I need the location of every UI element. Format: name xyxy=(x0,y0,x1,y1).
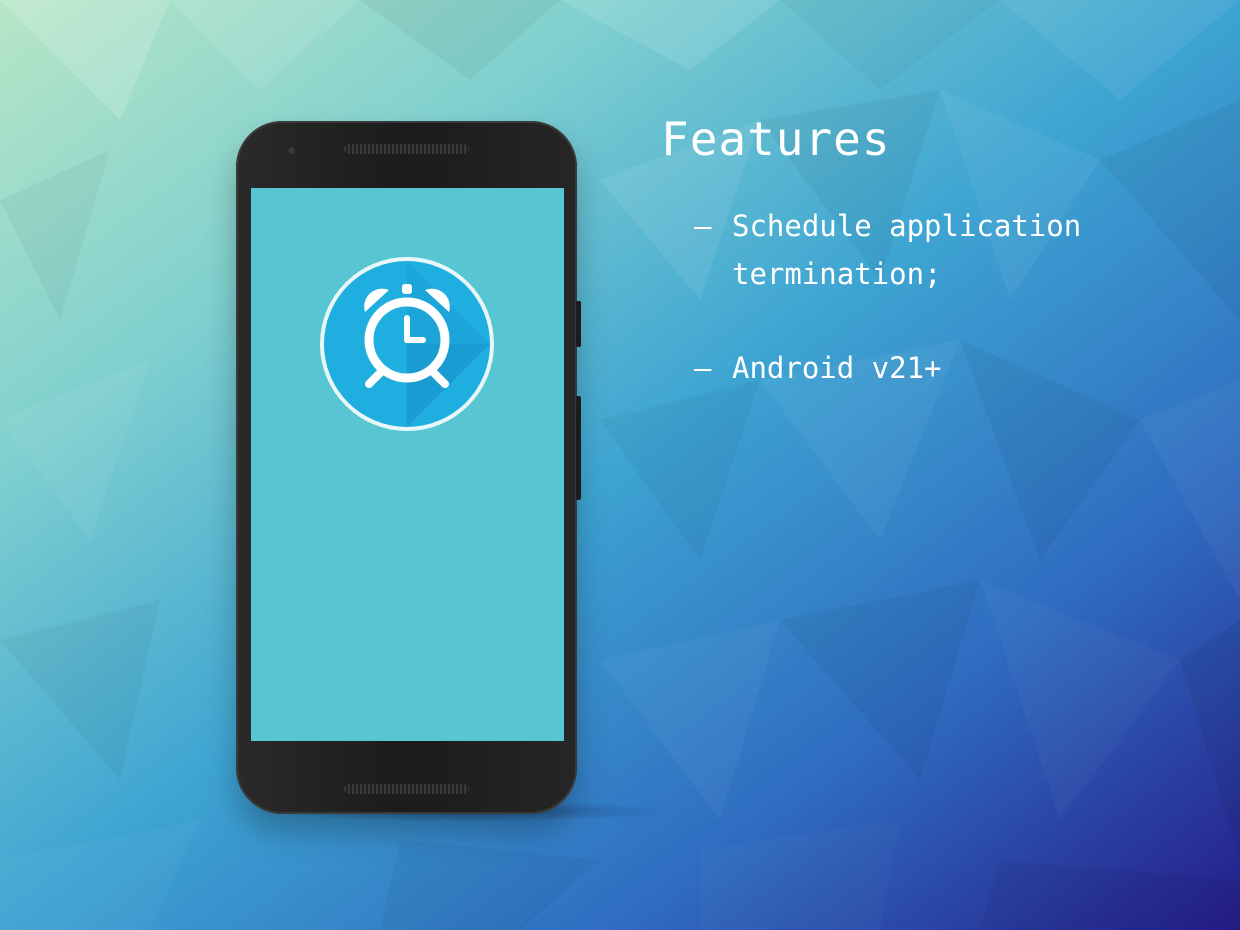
feature-dash: – xyxy=(694,209,712,243)
page-title: Features xyxy=(661,112,891,166)
phone-screen xyxy=(251,188,564,741)
alarm-clock-icon[interactable] xyxy=(319,256,495,432)
background xyxy=(0,0,1240,930)
feature-text: Android v21+ xyxy=(732,351,942,385)
feature-text: Schedule application termination; xyxy=(732,209,1082,291)
power-button xyxy=(576,301,581,347)
volume-button xyxy=(576,396,581,500)
feature-list: – Schedule application termination; – An… xyxy=(694,202,1214,438)
front-camera xyxy=(287,146,296,155)
bottom-speaker xyxy=(344,784,469,794)
feature-item: – Android v21+ xyxy=(694,344,1214,392)
feature-item: – Schedule application termination; xyxy=(694,202,1214,298)
phone-mockup xyxy=(236,121,581,814)
top-speaker xyxy=(344,144,469,154)
feature-dash: – xyxy=(694,351,712,385)
